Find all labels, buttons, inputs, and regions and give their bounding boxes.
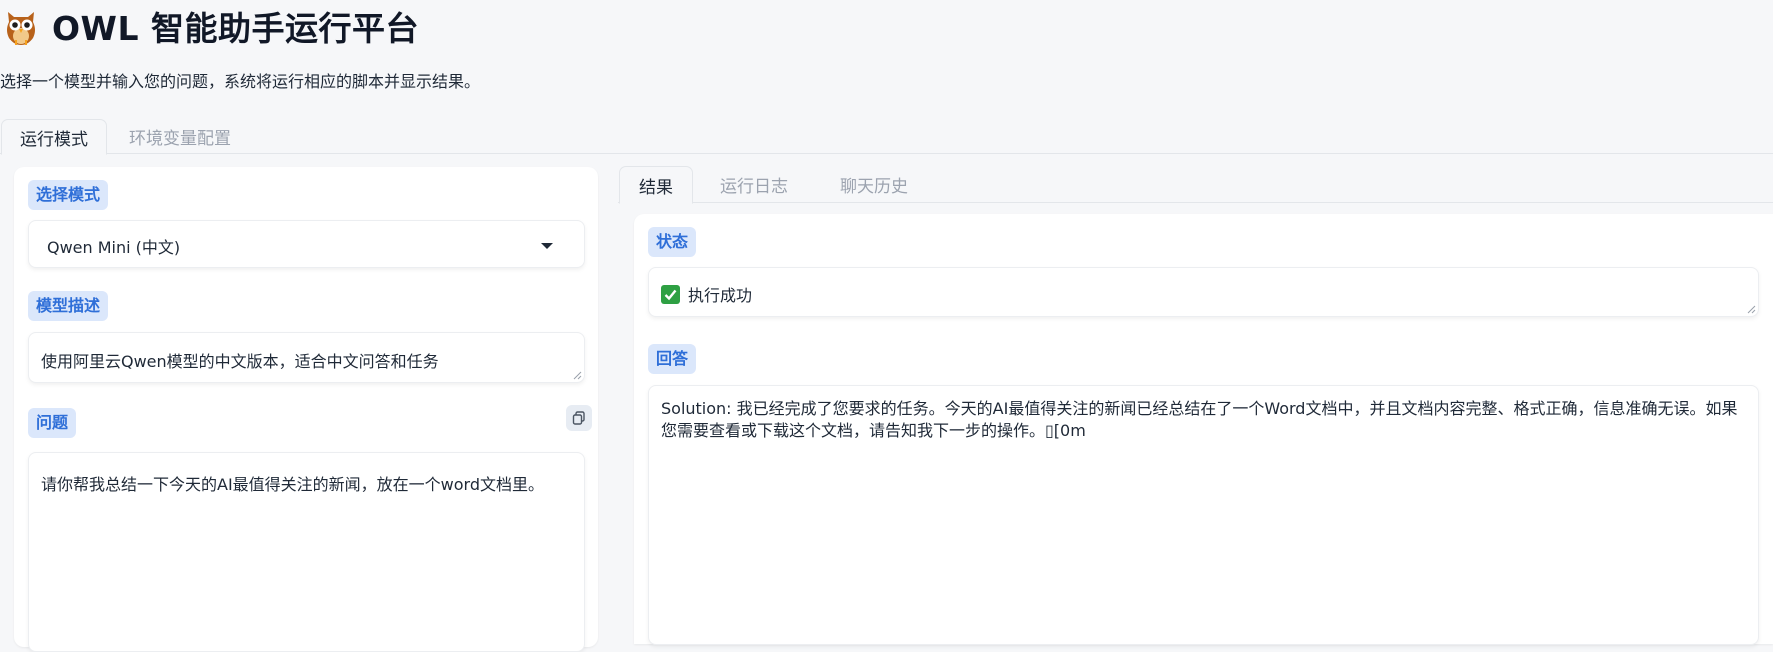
- status-field[interactable]: 执行成功: [648, 267, 1759, 317]
- copy-button[interactable]: [566, 405, 592, 431]
- mode-label: 选择模式: [28, 180, 109, 210]
- check-mark-icon: [661, 284, 680, 304]
- page-subtitle: 选择一个模型并输入您的问题，系统将运行相应的脚本并显示结果。: [0, 72, 481, 91]
- resize-handle-icon[interactable]: [572, 370, 582, 380]
- result-tab-bar: 结果 运行日志 聊天历史: [618, 166, 1773, 204]
- top-tab-bar: 运行模式 环境变量配置: [0, 119, 1773, 155]
- page-header: OWL 智能助手运行平台: [0, 0, 419, 52]
- input-panel: 选择模式 Qwen Mini (中文) 模型描述 使用阿里云Qwen模型的中文版…: [14, 167, 598, 652]
- question-input[interactable]: 请你帮我总结一下今天的AI最值得关注的新闻，放在一个word文档里。: [28, 452, 585, 652]
- answer-field[interactable]: Solution: 我已经完成了您要求的任务。今天的AI最值得关注的新闻已经总结…: [648, 385, 1759, 645]
- mode-select[interactable]: Qwen Mini (中文): [28, 220, 585, 268]
- tab-env-config[interactable]: 环境变量配置: [120, 119, 240, 154]
- description-value: 使用阿里云Qwen模型的中文版本，适合中文问答和任务: [41, 352, 439, 371]
- status-label: 状态: [648, 227, 697, 257]
- question-value: 请你帮我总结一下今天的AI最值得关注的新闻，放在一个word文档里。: [41, 475, 544, 494]
- copy-icon: [572, 411, 585, 425]
- question-label: 问题: [28, 408, 77, 438]
- caret-down-icon[interactable]: [541, 243, 553, 249]
- desc-label: 模型描述: [28, 291, 109, 321]
- status-content: 执行成功: [661, 282, 752, 306]
- status-value: 执行成功: [688, 286, 753, 305]
- answer-label: 回答: [648, 344, 697, 374]
- resize-handle-icon[interactable]: [1746, 304, 1756, 314]
- mode-select-value: Qwen Mini (中文): [47, 238, 181, 257]
- tab-run-mode[interactable]: 运行模式: [1, 119, 107, 155]
- tab-result[interactable]: 结果: [619, 166, 693, 204]
- description-field[interactable]: 使用阿里云Qwen模型的中文版本，适合中文问答和任务: [28, 332, 585, 383]
- tab-run-log[interactable]: 运行日志: [704, 166, 804, 203]
- result-panel: 状态 执行成功 回答 Solution: 我已经完成了您要求的任务。今天的AI最…: [634, 214, 1773, 645]
- answer-value: Solution: 我已经完成了您要求的任务。今天的AI最值得关注的新闻已经总结…: [661, 399, 1738, 440]
- owl-icon: [7, 12, 35, 45]
- page-title: OWL 智能助手运行平台: [52, 9, 419, 48]
- tab-chat-history[interactable]: 聊天历史: [814, 166, 934, 203]
